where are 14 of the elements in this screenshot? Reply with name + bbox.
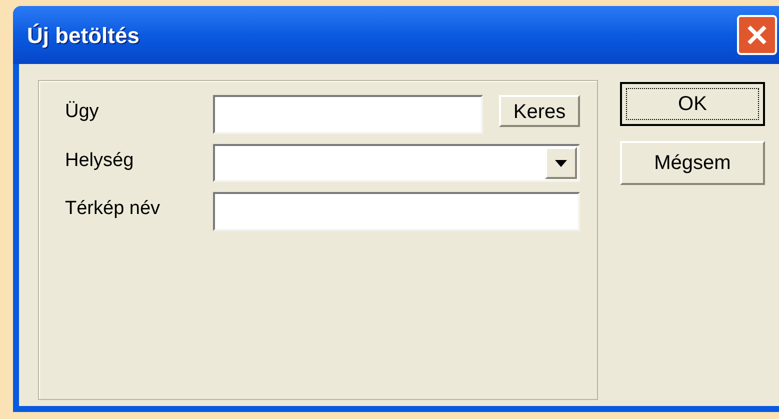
field-label: Térkép név — [65, 197, 162, 221]
text-field[interactable] — [213, 95, 483, 134]
close-icon — [746, 24, 768, 46]
dropdown-button[interactable] — [545, 147, 577, 179]
close-button[interactable] — [737, 15, 777, 55]
ok-button[interactable]: OK — [620, 82, 765, 126]
text-field[interactable] — [213, 192, 580, 231]
search-button[interactable]: Keres — [499, 95, 580, 127]
field-label: Helység — [65, 149, 135, 173]
dropdown-field[interactable] — [213, 144, 580, 182]
cancel-button[interactable]: Mégsem — [620, 141, 765, 185]
caret-icon — [555, 160, 567, 166]
field-label: Ügy — [65, 100, 100, 124]
window-title: Új betöltés — [27, 22, 140, 50]
